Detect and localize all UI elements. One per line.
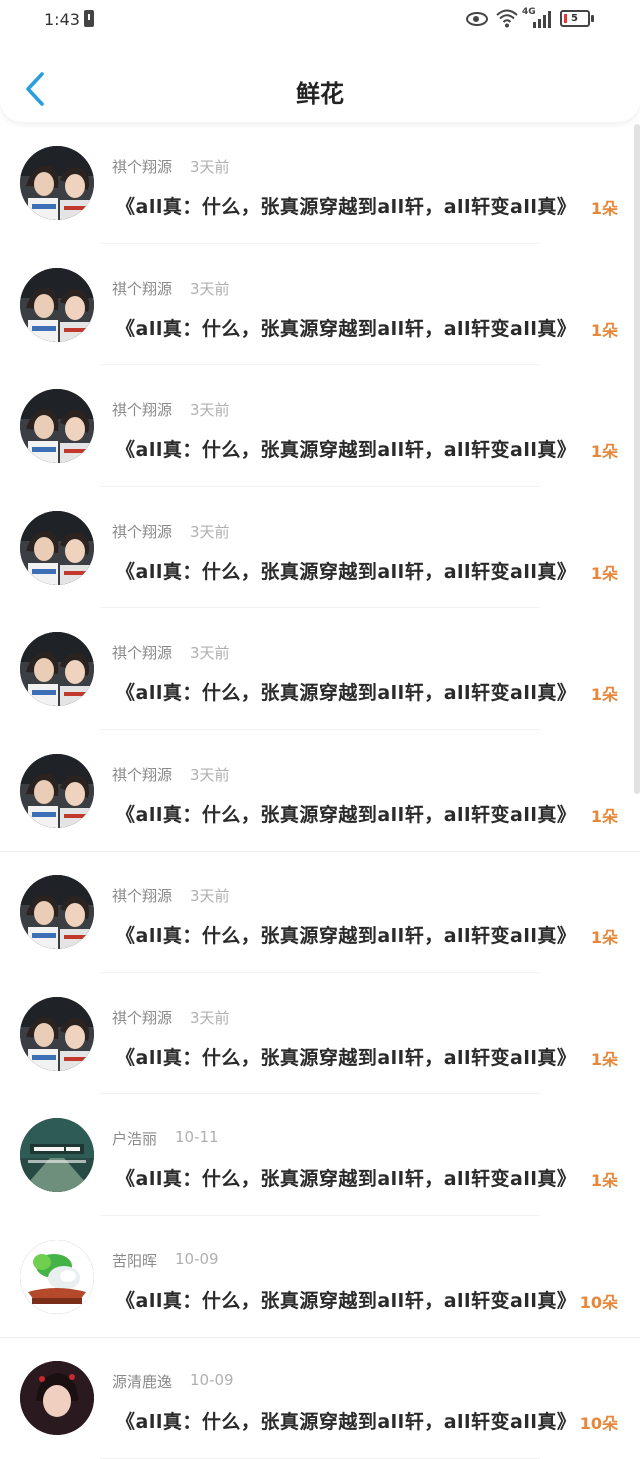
flower-count: 10朵 bbox=[579, 1414, 618, 1433]
flower-count: 1朵 bbox=[590, 928, 618, 947]
page-title: 鲜花 bbox=[296, 80, 344, 108]
avatar[interactable] bbox=[20, 996, 94, 1071]
avatar[interactable] bbox=[20, 1361, 94, 1435]
timestamp: 10-09 bbox=[175, 1249, 219, 1268]
user-name: 祺个翔源 bbox=[112, 279, 173, 298]
wifi-icon bbox=[496, 9, 518, 28]
flower-record-item[interactable]: 户浩丽 10-11 《all真：什么，张真源穿越到all轩，all轩变all真》 1朵 bbox=[0, 1094, 640, 1216]
flower-record-item[interactable]: 祺个翔源 3天前《all真：什么，张真源穿越到all轩，all轩变all真》 1朵 bbox=[0, 608, 640, 730]
status-bar: 1:43 4G 5 bbox=[0, 0, 640, 40]
flower-record-item[interactable]: 祺个翔源 3天前《all真：什么，张真源穿越到all轩，all轩变all真》 1朵 bbox=[0, 730, 640, 852]
screen-lock-icon bbox=[84, 10, 94, 27]
user-name: 源清鹿逸 bbox=[112, 1373, 173, 1391]
timestamp: 3天前 bbox=[190, 158, 230, 176]
flower-record-item[interactable]: 祺个翔源 3天前《all真：什么，张真源穿越到all轩，all轩变all真》 1朵 bbox=[0, 487, 640, 608]
avatar[interactable] bbox=[20, 267, 94, 342]
flower-record-item[interactable]: 苦阳晖 10-09 《all真：什么，张真源穿越到all轩，all轩变all真》 10… bbox=[0, 1216, 640, 1338]
scrollbar[interactable] bbox=[634, 124, 640, 794]
timestamp: 10-11 bbox=[175, 1128, 219, 1146]
flower-record-item[interactable]: 祺个翔源 3天前《all真：什么，张真源穿越到all轩，all轩变all真》 1朵 bbox=[0, 244, 640, 365]
flower-record-item[interactable]: 祺个翔源 3天前《all真：什么，张真源穿越到all轩，all轩变all真》 1朵 bbox=[0, 122, 640, 244]
flower-count: 1朵 bbox=[590, 199, 618, 218]
flower-record-list: 祺个翔源 3天前 《all真：什么，张真源穿越到all轩，all轩变all真》 1朵 … bbox=[0, 122, 640, 1459]
flower-count: 1朵 bbox=[590, 1049, 618, 1069]
user-name: 苦阳晖 bbox=[112, 1251, 158, 1270]
status-time: 1:43 bbox=[44, 10, 80, 29]
user-name: 户浩丽 bbox=[112, 1130, 158, 1148]
flower-record-item[interactable]: 祺个翔源 3天前《all真：什么，张真源穿越到all轩，all轩变all真》 1朵 bbox=[0, 973, 640, 1094]
timestamp: 3天前 bbox=[190, 522, 230, 541]
timestamp: 3天前 bbox=[190, 887, 230, 905]
work-title[interactable]: 《all真：什么，张真源穿越到all轩，all轩变all真》 bbox=[116, 192, 576, 219]
avatar[interactable] bbox=[20, 875, 94, 949]
user-name: 祺个翔源 bbox=[112, 887, 173, 905]
avatar[interactable] bbox=[20, 389, 94, 463]
flower-count: 1朵 bbox=[590, 563, 618, 583]
timestamp: 3天前 bbox=[190, 279, 230, 298]
avatar[interactable] bbox=[20, 753, 94, 828]
avatar[interactable] bbox=[20, 146, 94, 220]
flower-count: 1朵 bbox=[590, 1171, 618, 1190]
flower-record-item[interactable]: 祺个翔源 3天前《all真：什么，张真源穿越到all轩，all轩变all真》 1朵 bbox=[0, 851, 640, 973]
work-title[interactable]: 《all真：什么，张真源穿越到all轩，all轩变all真》 bbox=[116, 1164, 576, 1191]
timestamp: 10-09 bbox=[190, 1371, 234, 1389]
flower-count: 1朵 bbox=[590, 806, 618, 826]
flower-count: 1朵 bbox=[590, 685, 618, 704]
work-title[interactable]: 《all真：什么，张真源穿越到all轩，all轩变all真》 bbox=[116, 1407, 576, 1434]
work-title[interactable]: 《all真：什么，张真源穿越到all轩，all轩变all真》 bbox=[116, 435, 576, 462]
avatar[interactable] bbox=[20, 1118, 94, 1192]
user-name: 祺个翔源 bbox=[112, 158, 173, 176]
timestamp: 3天前 bbox=[190, 401, 230, 419]
avatar[interactable] bbox=[20, 632, 94, 706]
flower-record-item[interactable]: 源清鹿逸 10-09 《all真：什么，张真源穿越到all轩，all轩变all真》 1… bbox=[0, 1337, 640, 1459]
user-name: 祺个翔源 bbox=[112, 765, 173, 784]
flower-count: 10朵 bbox=[579, 1292, 618, 1312]
timestamp: 3天前 bbox=[190, 644, 230, 662]
top-bar: 1:43 4G 5 鲜花 bbox=[0, 0, 640, 122]
user-name: 祺个翔源 bbox=[112, 401, 173, 419]
timestamp: 3天前 bbox=[190, 1008, 230, 1027]
timestamp: 3天前 bbox=[190, 765, 230, 784]
work-title[interactable]: 《all真：什么，张真源穿越到all轩，all轩变all真》 bbox=[116, 314, 576, 341]
user-name: 祺个翔源 bbox=[112, 644, 173, 662]
flower-count: 1朵 bbox=[590, 442, 618, 461]
user-name: 祺个翔源 bbox=[112, 1008, 173, 1027]
eye-comfort-icon bbox=[466, 12, 488, 26]
battery-level: 5 bbox=[571, 13, 578, 24]
work-title[interactable]: 《all真：什么，张真源穿越到all轩，all轩变all真》 bbox=[116, 1286, 576, 1313]
avatar[interactable] bbox=[20, 1239, 94, 1314]
work-title[interactable]: 《all真：什么，张真源穿越到all轩，all轩变all真》 bbox=[116, 921, 576, 948]
work-title[interactable]: 《all真：什么，张真源穿越到all轩，all轩变all真》 bbox=[116, 1043, 576, 1070]
user-name: 祺个翔源 bbox=[112, 522, 173, 541]
avatar[interactable] bbox=[20, 510, 94, 585]
flower-count: 1朵 bbox=[590, 320, 618, 340]
row-divider bbox=[100, 1457, 540, 1459]
work-title[interactable]: 《all真：什么，张真源穿越到all轩，all轩变all真》 bbox=[116, 800, 576, 827]
work-title[interactable]: 《all真：什么，张真源穿越到all轩，all轩变all真》 bbox=[116, 557, 576, 584]
work-title[interactable]: 《all真：什么，张真源穿越到all轩，all轩变all真》 bbox=[116, 678, 576, 705]
signal-strength-icon bbox=[533, 11, 551, 28]
flower-record-item[interactable]: 祺个翔源 3天前《all真：什么，张真源穿越到all轩，all轩变all真》 1朵 bbox=[0, 365, 640, 487]
